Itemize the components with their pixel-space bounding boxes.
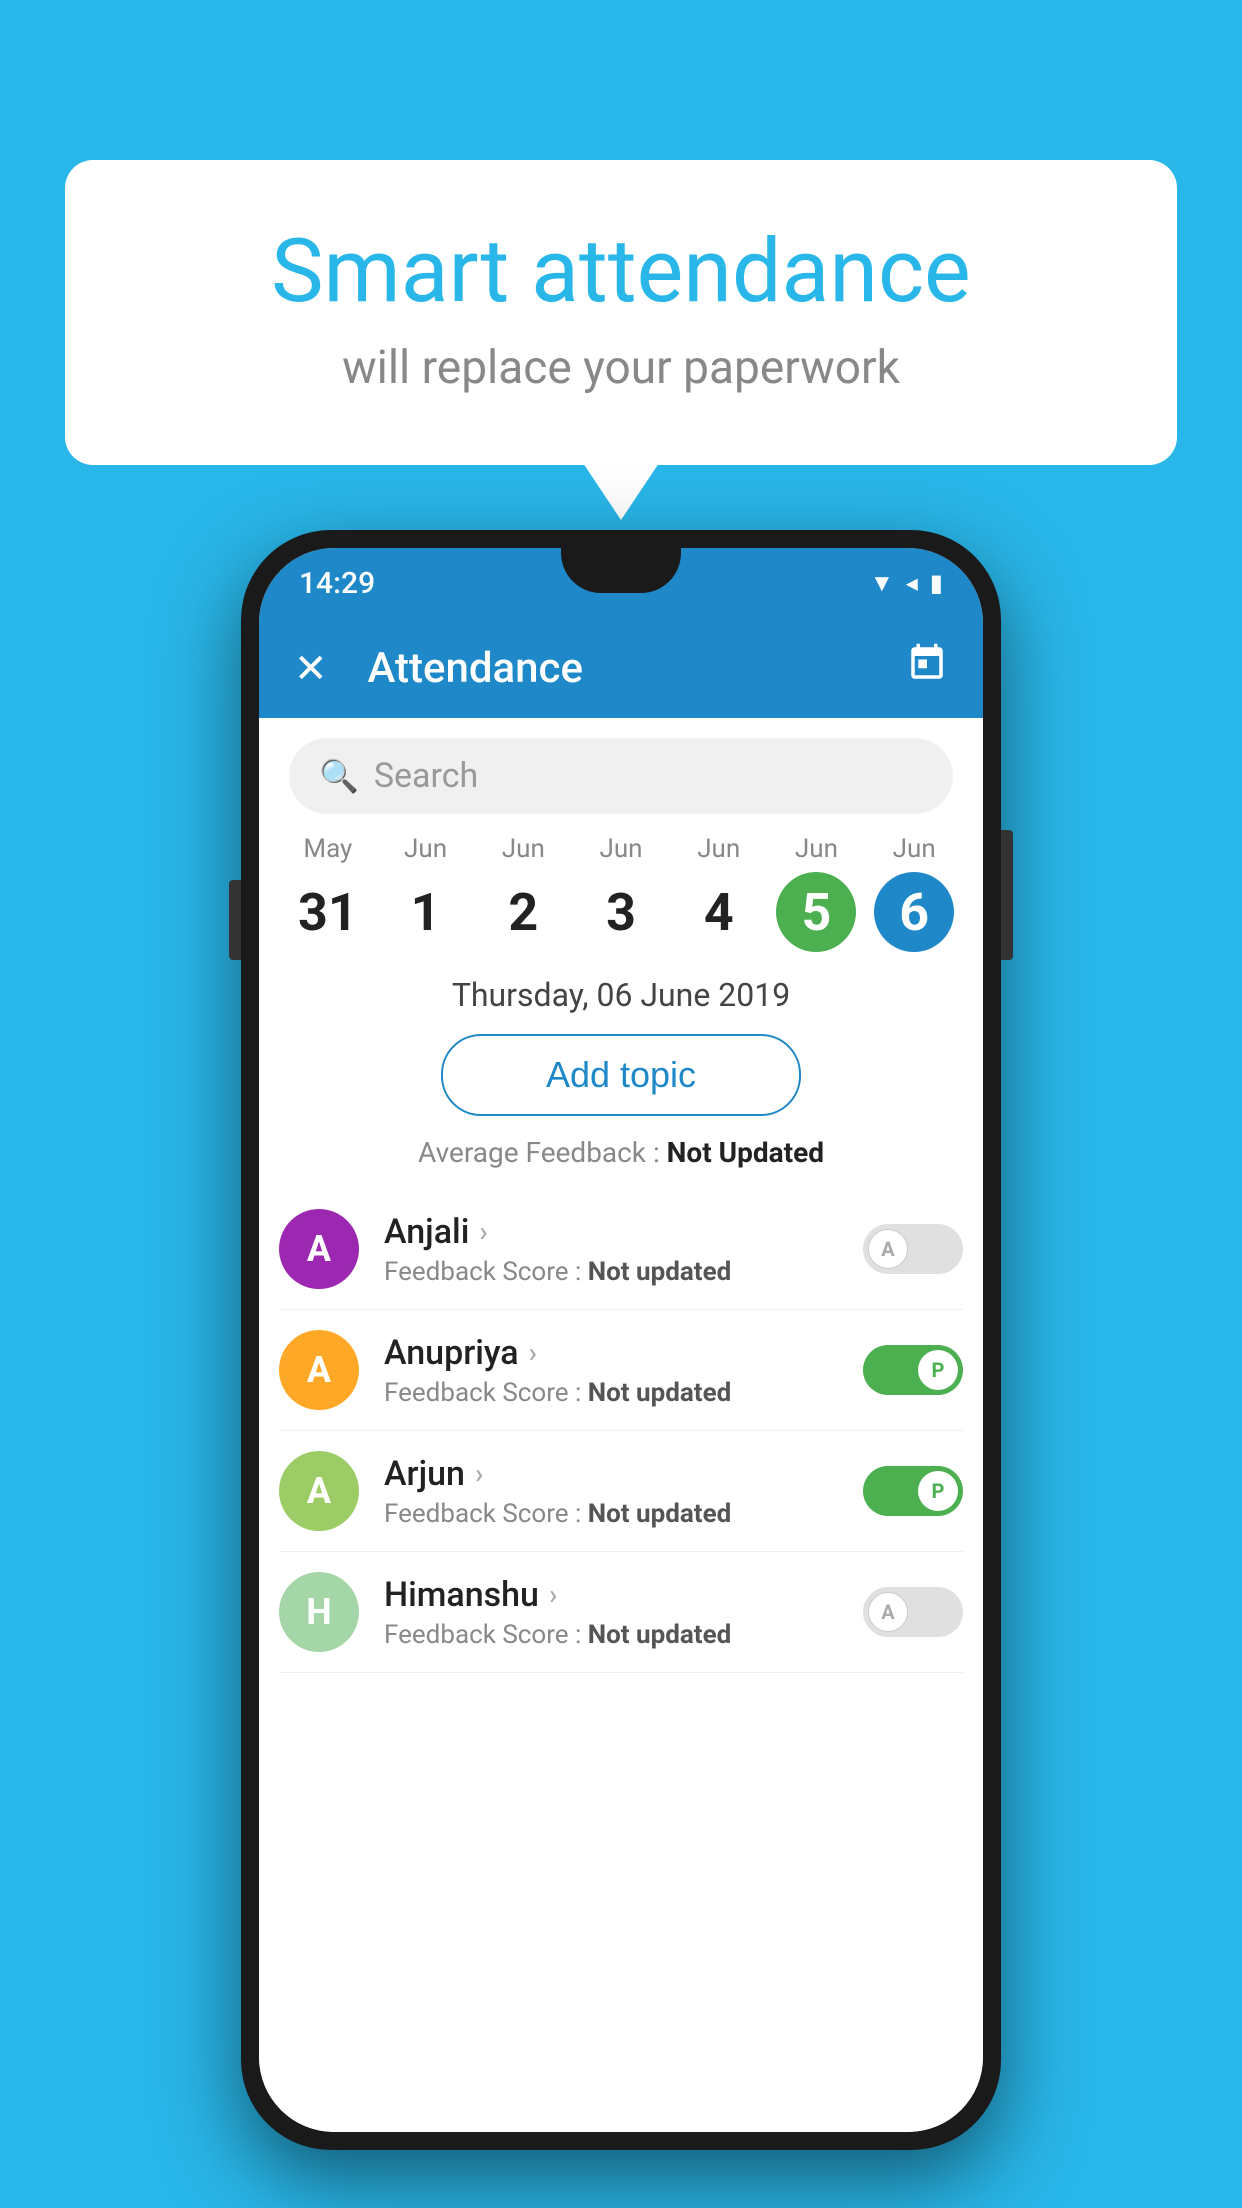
cal-date-label: 3 — [581, 872, 661, 952]
toggle-knob: A — [868, 1592, 908, 1632]
cal-date-label: 5 — [776, 872, 856, 952]
student-list-item: AAnjali›Feedback Score : Not updatedA — [279, 1189, 963, 1310]
cal-month-label: Jun — [377, 834, 475, 864]
cal-month-label: Jun — [572, 834, 670, 864]
calendar-day[interactable]: Jun 2 — [474, 834, 572, 952]
student-name-label: Anupriya — [384, 1333, 519, 1373]
add-topic-button[interactable]: Add topic — [441, 1034, 801, 1116]
chevron-icon: › — [479, 1215, 487, 1248]
chevron-icon: › — [529, 1336, 537, 1369]
phone-notch — [561, 548, 681, 593]
student-avatar: H — [279, 1572, 359, 1652]
phone-container: 14:29 ▼ ◂ ▮ ✕ Attendance 🔍 — [241, 530, 1001, 2150]
app-bar-title: Attendance — [368, 644, 583, 693]
student-feedback-row: Feedback Score : Not updated — [384, 1499, 863, 1529]
calendar-day[interactable]: Jun 3 — [572, 834, 670, 952]
student-name-row[interactable]: Himanshu › — [384, 1575, 863, 1615]
student-list-item: H Himanshu › Feedback Score : Not updatedA — [279, 1552, 963, 1673]
calendar-strip: May 31 Jun 1 Jun 2 Jun 3 Jun 4 Jun 5 Jun 6 — [259, 834, 983, 952]
calendar-day[interactable]: May 31 — [279, 834, 377, 952]
student-name-label: Anjali — [384, 1212, 469, 1252]
attendance-toggle[interactable]: P — [863, 1466, 963, 1516]
student-name-row[interactable]: Anupriya › — [384, 1333, 863, 1373]
student-list-item: A Arjun › Feedback Score : Not updated P — [279, 1431, 963, 1552]
cal-month-label: May — [279, 834, 377, 864]
student-avatar: A — [279, 1451, 359, 1531]
status-icons: ▼ ◂ ▮ — [870, 569, 943, 598]
chevron-icon: › — [475, 1457, 483, 1490]
student-avatar: A — [279, 1330, 359, 1410]
student-name-row[interactable]: Arjun › — [384, 1454, 863, 1494]
app-bar: ✕ Attendance — [259, 618, 983, 718]
calendar-icon[interactable] — [906, 647, 948, 694]
search-bar[interactable]: 🔍 Search — [289, 738, 953, 814]
phone-screen: 14:29 ▼ ◂ ▮ ✕ Attendance 🔍 — [259, 548, 983, 2132]
speech-bubble: Smart attendance will replace your paper… — [65, 160, 1177, 465]
feedback-value: Not Updated — [667, 1136, 824, 1169]
search-icon: 🔍 — [319, 757, 359, 795]
selected-date: Thursday, 06 June 2019 — [259, 976, 983, 1014]
calendar-day[interactable]: Jun 6 — [865, 834, 963, 952]
student-info: Anjali › Feedback Score : Not updated — [384, 1212, 863, 1287]
feedback-label: Average Feedback : — [418, 1136, 667, 1169]
search-placeholder: Search — [374, 756, 478, 796]
close-button[interactable]: ✕ — [294, 645, 328, 692]
content-area: 🔍 Search May 31 Jun 1 Jun 2 Jun 3 Jun 4 Jun 5 Jun 6 T… — [259, 718, 983, 2132]
attendance-toggle[interactable]: P — [863, 1345, 963, 1395]
wifi-icon: ▼ — [870, 569, 894, 598]
student-name-label: Himanshu — [384, 1575, 539, 1615]
student-feedback-row: Feedback Score : Not updated — [384, 1620, 863, 1650]
student-feedback-row: Feedback Score : Not updated — [384, 1257, 863, 1287]
cal-date-label: 31 — [288, 872, 368, 952]
app-bar-right — [906, 642, 948, 694]
cal-month-label: Jun — [474, 834, 572, 864]
toggle-knob: P — [918, 1471, 958, 1511]
cal-date-label: 2 — [483, 872, 563, 952]
attendance-toggle[interactable]: A — [863, 1224, 963, 1274]
battery-icon: ▮ — [930, 569, 943, 597]
cal-date-label: 1 — [386, 872, 466, 952]
student-name-label: Arjun — [384, 1454, 465, 1494]
student-feedback-row: Feedback Score : Not updated — [384, 1378, 863, 1408]
cal-date-label: 4 — [679, 872, 759, 952]
student-list: AAnjali›Feedback Score : Not updatedAAAn… — [259, 1189, 983, 1673]
signal-icon: ◂ — [906, 569, 918, 597]
student-list-item: A Anupriya › Feedback Score : Not updated P — [279, 1310, 963, 1431]
calendar-day[interactable]: Jun 5 — [768, 834, 866, 952]
chevron-icon: › — [549, 1578, 557, 1611]
feedback-summary: Average Feedback : Not Updated — [259, 1136, 983, 1169]
toggle-knob: P — [918, 1350, 958, 1390]
status-time: 14:29 — [299, 566, 375, 601]
phone-side-right — [1001, 830, 1013, 960]
speech-bubble-subtitle: will replace your paperwork — [145, 341, 1097, 395]
cal-month-label: Jun — [865, 834, 963, 864]
attendance-toggle[interactable]: A — [863, 1587, 963, 1637]
cal-month-label: Jun — [670, 834, 768, 864]
student-info: Himanshu › Feedback Score : Not updated — [384, 1575, 863, 1650]
calendar-day[interactable]: Jun 4 — [670, 834, 768, 952]
cal-month-label: Jun — [768, 834, 866, 864]
student-name-row[interactable]: Anjali › — [384, 1212, 863, 1252]
phone-side-left — [229, 880, 241, 960]
cal-date-label: 6 — [874, 872, 954, 952]
student-info: Anupriya › Feedback Score : Not updated — [384, 1333, 863, 1408]
student-avatar: A — [279, 1209, 359, 1289]
toggle-knob: A — [868, 1229, 908, 1269]
calendar-day[interactable]: Jun 1 — [377, 834, 475, 952]
speech-bubble-title: Smart attendance — [145, 220, 1097, 323]
student-info: Arjun › Feedback Score : Not updated — [384, 1454, 863, 1529]
